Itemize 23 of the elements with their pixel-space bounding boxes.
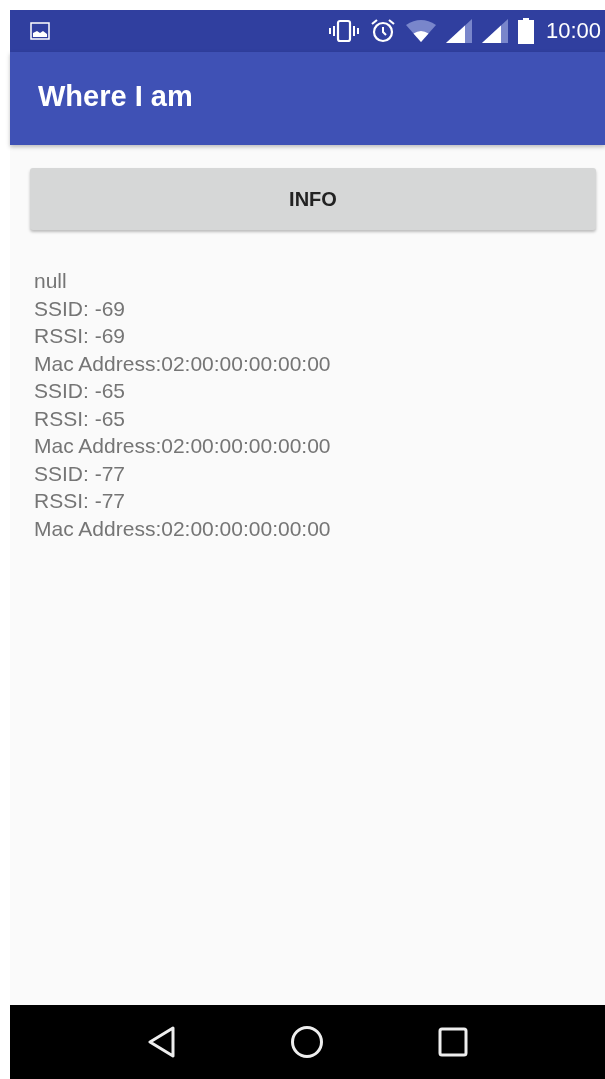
output-line: SSID: -77 xyxy=(34,460,127,487)
image-icon xyxy=(30,22,50,40)
signal-icon xyxy=(445,19,472,43)
app-title: Where I am xyxy=(38,79,193,113)
back-icon[interactable] xyxy=(146,1026,177,1058)
output-line: RSSI: -65 xyxy=(34,405,127,432)
output-line: Mac Address:02:00:00:00:00:00 xyxy=(34,433,332,459)
battery-icon xyxy=(517,18,534,44)
output-line: Mac Address:02:00:00:00:00:00 xyxy=(34,515,332,542)
output-line: RSSI: -77 xyxy=(34,488,127,514)
home-icon[interactable] xyxy=(290,1025,325,1059)
output-line: SSID: -65 xyxy=(34,378,127,404)
output-line: SSID: -69 xyxy=(34,295,127,322)
output-line: Mac Address:02:00:00:00:00:00 xyxy=(34,350,332,377)
recents-icon[interactable] xyxy=(438,1027,469,1057)
output-line: null xyxy=(34,268,68,294)
status-time: 10:00 xyxy=(545,18,601,44)
alarm-icon xyxy=(369,18,396,44)
output-line: RSSI: -69 xyxy=(34,323,127,349)
signal-icon xyxy=(481,19,508,43)
vibrate-icon xyxy=(327,19,360,43)
wifi-icon xyxy=(405,19,436,43)
info-button[interactable]: INFO xyxy=(30,168,596,230)
